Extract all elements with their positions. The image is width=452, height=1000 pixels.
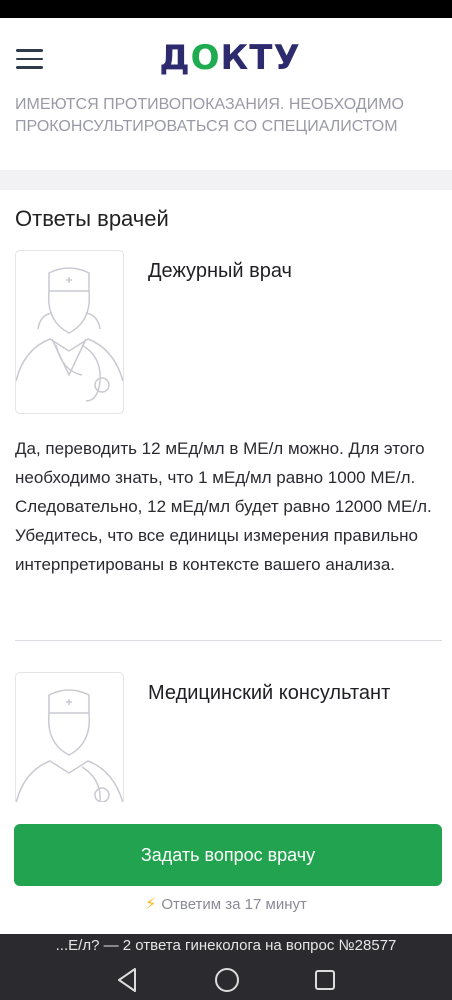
app-header: Д О КТУ	[0, 18, 452, 99]
logo-text-start: Д	[159, 38, 191, 78]
doctor-answers-section: Ответы врачей Дежурный врач Да, переводи…	[0, 190, 452, 802]
status-bar	[0, 0, 452, 18]
warning-text: ИМЕЮТСЯ ПРОТИВОПОКАЗАНИЯ. НЕОБХОДИМО ПРО…	[15, 96, 404, 135]
page-title-hint: ...Е/л? — 2 ответа гинеколога на вопрос …	[0, 934, 452, 960]
recent-apps-icon[interactable]	[310, 965, 340, 995]
doctor-avatar-icon	[15, 672, 124, 802]
section-separator	[0, 170, 452, 190]
system-nav-bar	[0, 960, 452, 1000]
lightning-icon: ⚡	[145, 896, 157, 913]
hamburger-icon[interactable]	[16, 49, 43, 69]
answer-text: Да, переводить 12 мЕд/мл в МЕ/л можно. Д…	[15, 439, 432, 574]
home-circle-icon[interactable]	[212, 965, 242, 995]
logo-text-end: КТУ	[220, 38, 301, 78]
answer-card: Дежурный врач Да, переводить 12 мЕд/мл в…	[15, 250, 437, 710]
doctor-name: Медицинский консультант	[148, 682, 391, 704]
answer-card: Медицинский консультант	[15, 672, 437, 802]
doctor-avatar-icon	[15, 250, 124, 414]
ask-question-panel: Задать вопрос врачу ⚡ Ответим за 17 минут	[0, 802, 452, 934]
divider	[15, 640, 442, 641]
response-time: ⚡ Ответим за 17 минут	[0, 894, 452, 914]
back-triangle-icon[interactable]	[113, 965, 143, 995]
eta-text: Ответим за 17 минут	[161, 896, 307, 913]
contraindication-warning: ИМЕЮТСЯ ПРОТИВОПОКАЗАНИЯ. НЕОБХОДИМО ПРО…	[0, 96, 452, 170]
logo[interactable]: Д О КТУ	[159, 38, 301, 78]
section-title: Ответы врачей	[15, 206, 169, 231]
doctor-name: Дежурный врач	[148, 260, 292, 282]
logo-accent-letter: О	[190, 38, 221, 78]
ask-doctor-button[interactable]: Задать вопрос врачу	[14, 824, 442, 886]
